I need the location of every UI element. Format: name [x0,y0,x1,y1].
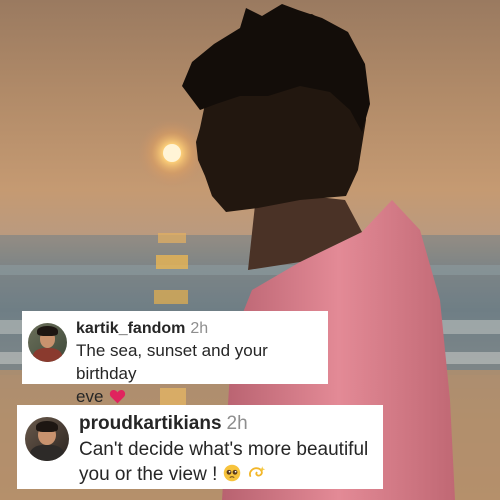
comment-text-line1: The sea, sunset and your birthday [76,341,268,383]
comment-text-line1: Can't decide what's more beautiful [79,439,369,460]
avatar-hair [37,326,58,337]
pleading-face-icon [223,464,241,489]
sun-reflection-1 [158,233,186,243]
avatar-shirt [32,347,63,362]
comment-kartik-fandom: kartik_fandom 2h The sea, sunset and your… [22,311,328,406]
avatar-hair [35,420,59,432]
sun-reflection-3 [154,290,188,304]
comment-text: Can't decide what's more beautiful you o… [79,437,368,489]
comment-body: proudkartikians 2h Can't decide what's mo… [79,413,368,489]
sun [163,144,181,162]
comment-text: The sea, sunset and your birthday eve [76,339,322,410]
comment-header: proudkartikians 2h [79,413,368,435]
comment-body: kartik_fandom 2h The sea, sunset and your… [76,319,322,410]
timestamp: 2h [226,413,248,434]
comment-proudkartikians: proudkartikians 2h Can't decide what's mo… [17,405,383,489]
sun-reflection-2 [156,255,188,269]
avatar[interactable] [28,323,67,362]
comment-header: kartik_fandom 2h [76,319,322,338]
username[interactable]: kartik_fandom [76,320,185,337]
comment-text-line2: you or the view ! [79,464,218,485]
avatar[interactable] [25,417,69,461]
username[interactable]: proudkartikians [79,413,222,434]
avatar-shirt [30,445,64,461]
timestamp: 2h [190,320,209,337]
comment-text-line2: eve [76,387,104,406]
dizzy-icon [247,464,267,489]
